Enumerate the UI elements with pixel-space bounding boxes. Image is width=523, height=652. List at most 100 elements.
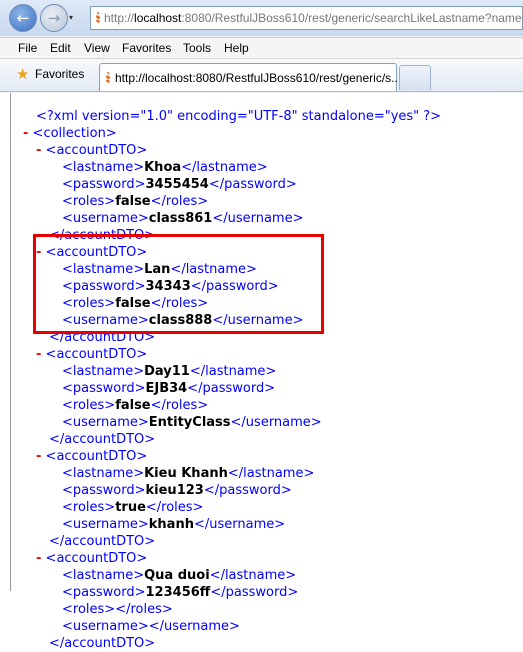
collapse-toggle[interactable]: - (36, 143, 41, 158)
lastname-open-tag: <lastname> (62, 160, 145, 175)
lastname-value: Qua duoi (144, 568, 210, 583)
forward-button[interactable]: → (40, 4, 68, 32)
roles-row: <roles>false</roles> (62, 193, 208, 210)
lastname-value: Khoa (144, 160, 182, 175)
roles-open-tag: <roles> (62, 398, 116, 413)
username-row: <username></username> (62, 618, 240, 635)
username-open-tag: <username> (62, 517, 149, 532)
roles-close-tag: </roles> (150, 194, 209, 209)
collapse-toggle[interactable]: - (23, 126, 28, 141)
account-open-tag: <accountDTO> (45, 449, 148, 464)
roles-open-tag: <roles> (62, 194, 116, 209)
account-close-tag: </accountDTO> (49, 534, 156, 549)
roles-close-tag: </roles> (150, 398, 209, 413)
roles-close-tag: </roles> (115, 602, 173, 617)
favorites-bar: ★ Favorites http://localhost:8080/Restfu… (0, 59, 523, 92)
password-open-tag: <password> (62, 483, 146, 498)
menu-bar: File Edit View Favorites Tools Help (0, 37, 523, 59)
back-button[interactable]: ← (9, 4, 37, 32)
lastname-row: <lastname>Qua duoi</lastname> (62, 567, 296, 584)
password-close-tag: </password> (187, 381, 276, 396)
tab-title: http://localhost:8080/RestfulJBoss610/re… (115, 70, 402, 85)
account-open-tag: <accountDTO> (45, 347, 148, 362)
password-row: <password>123456ff</password> (62, 584, 298, 601)
roles-row: <roles>true</roles> (62, 499, 203, 516)
lastname-row: <lastname>Day11</lastname> (62, 363, 276, 380)
tab-loading-icon (106, 71, 110, 84)
password-close-tag: </password> (208, 177, 297, 192)
menu-edit[interactable]: Edit (50, 41, 71, 55)
lastname-value: Kieu Khanh (144, 466, 228, 481)
loading-icon (96, 12, 100, 24)
roles-open-tag: <roles> (62, 602, 116, 617)
password-open-tag: <password> (62, 381, 146, 396)
username-close-tag: </username> (212, 211, 304, 226)
address-bar[interactable]: http://localhost:8080/RestfulJBoss610/re… (90, 6, 523, 30)
roles-value: false (115, 194, 151, 209)
roles-row: <roles></roles> (62, 601, 173, 618)
lastname-close-tag: </lastname> (189, 364, 277, 379)
favorites-star-icon[interactable]: ★ (16, 65, 29, 83)
menu-file[interactable]: File (18, 41, 37, 55)
menu-favorites[interactable]: Favorites (122, 41, 171, 55)
collapse-toggle[interactable]: - (36, 551, 41, 566)
address-url[interactable]: http://localhost:8080/RestfulJBoss610/re… (104, 11, 523, 25)
password-value: 123456ff (145, 585, 211, 600)
highlight-box (33, 234, 324, 334)
lastname-open-tag: <lastname> (62, 364, 145, 379)
username-close-tag: </username> (148, 619, 240, 634)
new-tab-button[interactable] (399, 65, 431, 90)
lastname-open-tag: <lastname> (62, 466, 145, 481)
collection-open-tag: <collection> (32, 126, 117, 141)
password-row: <password>3455454</password> (62, 176, 297, 193)
password-value: EJB34 (145, 381, 188, 396)
favorites-button[interactable]: Favorites (35, 67, 84, 81)
collapse-toggle[interactable]: - (36, 449, 41, 464)
lastname-value: Day11 (144, 364, 190, 379)
username-value: class861 (148, 211, 213, 226)
page-content: <?xml version="1.0" encoding="UTF-8" sta… (10, 93, 523, 651)
lastname-close-tag: </lastname> (227, 466, 315, 481)
username-row: <username>EntityClass</username> (62, 414, 322, 431)
password-value: 3455454 (145, 177, 209, 192)
password-close-tag: </password> (203, 483, 292, 498)
password-close-tag: </password> (210, 585, 299, 600)
username-row: <username>class861</username> (62, 210, 304, 227)
menu-view[interactable]: View (84, 41, 110, 55)
forward-arrow-icon: → (47, 9, 61, 27)
roles-close-tag: </roles> (145, 500, 204, 515)
lastname-row: <lastname>Kieu Khanh</lastname> (62, 465, 314, 482)
roles-value: false (115, 398, 151, 413)
active-tab[interactable]: http://localhost:8080/RestfulJBoss610/re… (99, 63, 401, 91)
browser-chrome: ← → ▾ http://localhost:8080/RestfulJBoss… (0, 0, 523, 93)
menu-help[interactable]: Help (224, 41, 249, 55)
xml-declaration: <?xml version="1.0" encoding="UTF-8" sta… (36, 109, 442, 124)
history-dropdown-icon[interactable]: ▾ (69, 13, 79, 23)
username-close-tag: </username> (193, 517, 286, 532)
username-open-tag: <username> (62, 415, 149, 430)
roles-value: true (115, 500, 146, 515)
lastname-row: <lastname>Khoa</lastname> (62, 159, 268, 176)
password-open-tag: <password> (62, 585, 146, 600)
account-open-tag: <accountDTO> (45, 143, 148, 158)
menu-tools[interactable]: Tools (183, 41, 211, 55)
lastname-open-tag: <lastname> (62, 568, 145, 583)
password-row: <password>EJB34</password> (62, 380, 275, 397)
back-arrow-icon: ← (16, 9, 30, 27)
username-close-tag: </username> (230, 415, 322, 430)
lastname-close-tag: </lastname> (181, 160, 268, 175)
collapse-toggle[interactable]: - (36, 347, 41, 362)
roles-row: <roles>false</roles> (62, 397, 208, 414)
password-open-tag: <password> (62, 177, 146, 192)
navigation-bar: ← → ▾ http://localhost:8080/RestfulJBoss… (0, 0, 523, 36)
lastname-close-tag: </lastname> (209, 568, 297, 583)
password-value: kieu123 (145, 483, 204, 498)
username-open-tag: <username> (62, 211, 149, 226)
username-row: <username>khanh</username> (62, 516, 285, 533)
password-row: <password>kieu123</password> (62, 482, 292, 499)
username-value: khanh (148, 517, 194, 532)
roles-open-tag: <roles> (62, 500, 116, 515)
username-value: EntityClass (148, 415, 231, 430)
account-open-tag: <accountDTO> (45, 551, 148, 566)
account-close-tag: </accountDTO> (49, 432, 156, 447)
